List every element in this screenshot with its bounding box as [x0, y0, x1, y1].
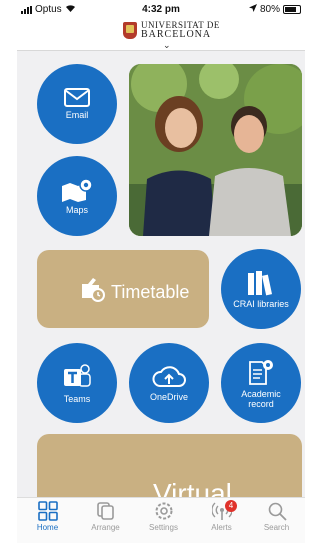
tab-alerts[interactable]: 4 Alerts	[194, 500, 249, 532]
tab-arrange[interactable]: Arrange	[78, 501, 133, 532]
university-logo: UNIVERSITAT DE BARCELONA	[123, 20, 220, 40]
chevron-down-icon[interactable]: ⌄	[163, 40, 171, 51]
campus-photo	[129, 64, 302, 236]
tab-search-label: Search	[263, 523, 290, 532]
email-button[interactable]: Email	[37, 64, 117, 144]
arrange-icon	[96, 502, 114, 520]
battery-icon	[283, 5, 301, 14]
crai-libraries-button[interactable]: CRAI libraries	[221, 249, 301, 329]
academic-record-button[interactable]: Academic record	[221, 343, 301, 423]
battery-percent: 80%	[259, 4, 280, 15]
crai-label: CRAI libraries	[233, 298, 289, 309]
gear-icon	[155, 502, 172, 520]
status-bar: Optus 4:32 pm 80%	[17, 0, 305, 20]
books-icon	[248, 270, 273, 295]
crest-icon	[123, 21, 137, 39]
cloud-upload-icon	[152, 365, 186, 387]
academic-label: Academic record	[241, 388, 281, 409]
grid-icon	[37, 501, 58, 521]
teams-icon	[64, 363, 91, 387]
app-screen: Optus 4:32 pm 80% UNIVERSITAT DE BARCELO…	[17, 0, 305, 543]
tab-bar: Home Arrange Settings 4 Alerts Search	[17, 497, 305, 543]
timetable-icon	[82, 278, 105, 302]
maps-label: Maps	[65, 204, 88, 215]
logo-text-line2: BARCELONA	[141, 29, 212, 40]
header: UNIVERSITAT DE BARCELONA ⌄	[17, 20, 305, 51]
tab-home-label: Home	[36, 523, 59, 532]
maps-button[interactable]: Maps	[37, 156, 117, 236]
location-icon	[248, 4, 257, 15]
search-icon	[268, 502, 287, 521]
certificate-icon	[249, 359, 273, 385]
map-icon	[62, 177, 93, 202]
onedrive-button[interactable]: OneDrive	[129, 343, 209, 423]
envelope-icon	[64, 88, 90, 107]
timetable-label: Timetable	[111, 282, 190, 302]
teams-button[interactable]: Teams	[37, 343, 117, 423]
tab-settings[interactable]: Settings	[136, 501, 191, 532]
alerts-badge: 4	[225, 500, 237, 512]
tab-alerts-label: Alerts	[211, 523, 232, 532]
tab-settings-label: Settings	[149, 523, 178, 532]
teams-label: Teams	[63, 393, 91, 404]
tab-arrange-label: Arrange	[91, 523, 120, 532]
email-label: Email	[65, 110, 89, 120]
tab-home[interactable]: Home	[20, 501, 75, 532]
tab-search[interactable]: Search	[249, 501, 304, 532]
onedrive-label: OneDrive	[149, 391, 188, 402]
